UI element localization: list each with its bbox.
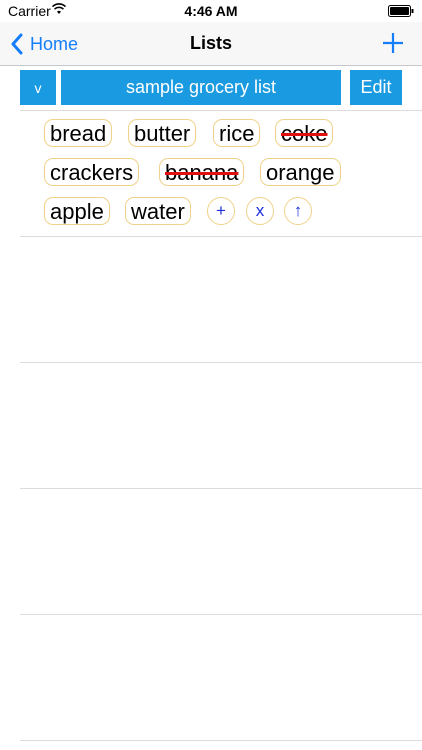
chip-row: crackers banana orange [44,158,404,197]
status-bar: Carrier 4:46 AM [0,0,422,22]
item-label: rice [219,121,255,146]
navigation-bar: Home Lists [0,22,422,66]
collapse-toggle-button[interactable]: v [20,70,56,105]
divider [20,362,422,363]
item-chip[interactable]: orange [260,158,341,186]
list-header: v sample grocery list Edit [20,70,402,106]
edit-button[interactable]: Edit [350,70,402,105]
divider [20,488,422,489]
item-chip[interactable]: crackers [44,158,140,186]
divider [20,740,422,741]
divider [20,614,422,615]
divider [20,236,422,237]
move-up-button[interactable]: ↑ [284,197,312,225]
battery-icon [388,5,414,17]
item-chip[interactable]: apple [44,197,110,225]
list-name-button[interactable]: sample grocery list [61,70,341,105]
item-label: orange [266,160,335,185]
item-chip[interactable]: water [125,197,191,225]
screen: Carrier 4:46 AM Home Lists v sample groc… [0,0,422,750]
item-label: apple [50,199,104,224]
item-chip[interactable]: butter [128,119,197,147]
divider [20,110,422,111]
item-label: bread [50,121,107,146]
item-chip[interactable]: banana [159,158,245,186]
item-label: coke [281,121,328,146]
chip-row: bread butter rice coke [44,119,404,158]
item-label: butter [134,121,191,146]
item-label: banana [165,160,239,185]
item-label: water [131,199,185,224]
item-chips: bread butter rice coke crackers banana o… [44,119,404,236]
item-chip[interactable]: coke [275,119,334,147]
remove-item-button[interactable]: x [246,197,274,225]
chip-row: apple water + x ↑ [44,197,404,236]
item-chip[interactable]: bread [44,119,113,147]
item-label: crackers [50,160,134,185]
add-item-button[interactable]: + [207,197,235,225]
item-chip[interactable]: rice [213,119,261,147]
status-time: 4:46 AM [184,3,238,19]
add-list-icon[interactable] [382,32,404,54]
page-title: Lists [189,33,232,53]
